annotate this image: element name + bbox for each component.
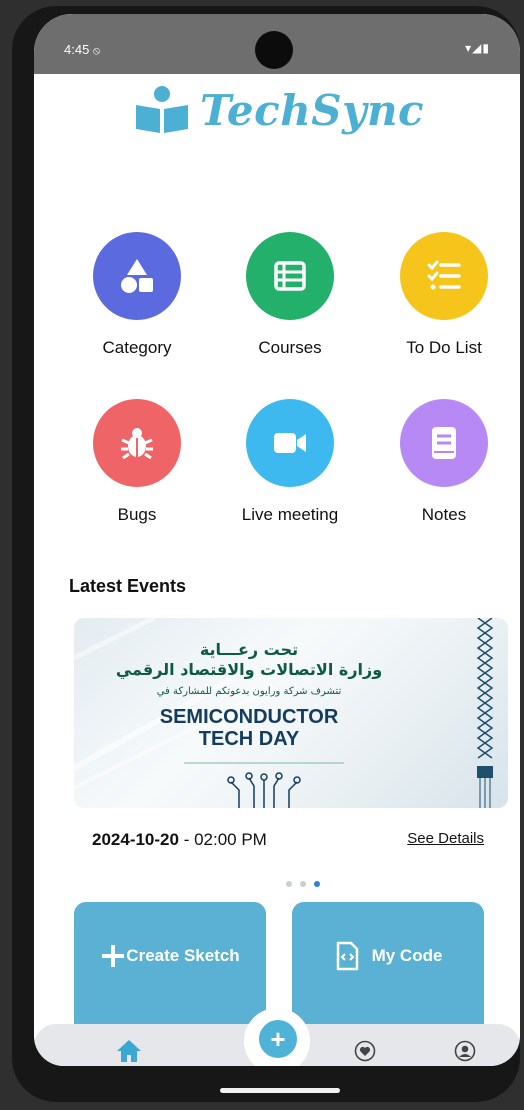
event-date: 2024-10-20 xyxy=(92,830,179,849)
bugs-label: Bugs xyxy=(117,505,157,524)
chain-decoration xyxy=(476,618,494,808)
list-box-icon xyxy=(274,261,306,291)
home-icon[interactable] xyxy=(116,1038,142,1064)
status-time: 4:45 ⦸ xyxy=(64,42,101,57)
notes-circle[interactable] xyxy=(400,399,488,487)
my-code-label: My Code xyxy=(371,946,443,965)
note-icon xyxy=(432,427,456,459)
bug-icon xyxy=(121,428,153,460)
carousel-dot-active[interactable] xyxy=(314,881,320,887)
app-logo: TechSync xyxy=(132,80,424,140)
video-camera-icon xyxy=(274,433,306,453)
todo-label: To Do List xyxy=(406,338,482,357)
app-name: TechSync xyxy=(200,85,425,135)
see-details-link[interactable]: See Details xyxy=(407,830,484,847)
create-sketch-label: Create Sketch xyxy=(126,946,240,965)
notes-label: Notes xyxy=(421,505,467,524)
bugs-circle[interactable] xyxy=(93,399,181,487)
latest-events-title: Latest Events xyxy=(69,576,187,596)
todo-circle[interactable] xyxy=(400,232,488,320)
front-camera xyxy=(255,31,293,69)
banner-title-line-1: SEMICONDUCTOR xyxy=(159,706,339,728)
carousel-dot[interactable] xyxy=(300,881,306,887)
banner-arabic-line-3: تتشرف شركة ورايون بدعوتكم للمشاركة في xyxy=(156,686,342,697)
status-icons: ▾◢▮ xyxy=(465,41,490,55)
courses-tile[interactable]: Courses xyxy=(220,232,360,358)
checklist-icon xyxy=(427,260,461,290)
category-tile[interactable]: Category xyxy=(67,232,207,358)
heart-icon[interactable] xyxy=(354,1040,376,1062)
courses-label: Courses xyxy=(258,338,322,357)
event-banner[interactable]: تحت رعـــاية وزارة الاتصالات والاقتصاد ا… xyxy=(74,618,508,808)
status-bar: 4:45 ⦸ ▾◢▮ xyxy=(34,14,520,74)
circuit-chip-icon xyxy=(227,772,301,808)
shapes-icon xyxy=(121,259,153,293)
category-circle[interactable] xyxy=(93,232,181,320)
gesture-home-bar[interactable] xyxy=(220,1088,340,1093)
add-fab-button[interactable]: + xyxy=(256,1017,300,1061)
banner-arabic-line-1: تحت رعـــاية xyxy=(199,640,299,659)
plus-icon xyxy=(102,945,125,967)
phone-frame: 4:45 ⦸ ▾◢▮ TechSync Category Courses To … xyxy=(12,6,520,1102)
live-meeting-tile[interactable]: Live meeting xyxy=(220,399,360,525)
profile-icon[interactable] xyxy=(454,1040,476,1062)
event-time: - 02:00 PM xyxy=(178,830,267,849)
banner-title-line-2: TECH DAY xyxy=(198,728,300,750)
courses-circle[interactable] xyxy=(246,232,334,320)
carousel-dot[interactable] xyxy=(286,881,292,887)
code-file-icon xyxy=(336,941,358,971)
live-meeting-circle[interactable] xyxy=(246,399,334,487)
category-label: Category xyxy=(102,338,172,357)
notes-tile[interactable]: Notes xyxy=(374,399,514,525)
reader-icon xyxy=(136,86,188,133)
event-datetime: 2024-10-20 - 02:00 PM xyxy=(92,830,267,850)
bugs-tile[interactable]: Bugs xyxy=(67,399,207,525)
app-screen: 4:45 ⦸ ▾◢▮ TechSync Category Courses To … xyxy=(34,14,520,1066)
todo-tile[interactable]: To Do List xyxy=(374,232,514,358)
live-meeting-label: Live meeting xyxy=(241,505,339,524)
banner-arabic-line-2: وزارة الاتصالات والاقتصاد الرقمي xyxy=(115,660,383,679)
carousel-indicator xyxy=(286,881,320,887)
